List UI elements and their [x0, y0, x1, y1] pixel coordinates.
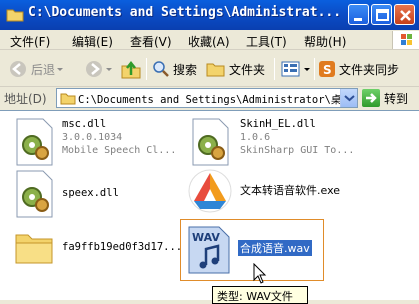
menu-edit[interactable]: 编辑(E)	[72, 33, 113, 50]
chevron-down-icon	[57, 68, 64, 71]
toolbar-separator	[146, 58, 147, 80]
maximize-button[interactable]	[371, 4, 392, 25]
file-item-wav[interactable]: WAV	[186, 225, 232, 279]
file-item-msc-dll[interactable]	[14, 117, 56, 171]
toolbar: 后退 搜索 文件夹 S 文件夹同步	[0, 51, 419, 87]
app-logo-icon	[188, 169, 232, 213]
chevron-down-icon	[106, 68, 112, 71]
menu-view[interactable]: 查看(V)	[130, 33, 172, 50]
menu-file[interactable]: 文件(F)	[10, 33, 50, 50]
dll-gear-icon	[16, 170, 53, 218]
dll-gear-icon	[16, 118, 53, 166]
search-label: 搜索	[173, 62, 198, 77]
go-arrow-icon	[366, 93, 377, 103]
windows-logo-icon	[392, 31, 419, 49]
menu-favorites[interactable]: 收藏(A)	[188, 33, 230, 50]
file-item-speex-dll[interactable]	[14, 169, 56, 223]
minimize-icon	[354, 18, 362, 21]
file-version: 3.0.0.1034	[62, 132, 123, 143]
go-button[interactable]	[362, 89, 380, 107]
folder-sync-button[interactable]: S 文件夹同步	[318, 55, 399, 83]
menu-bar: 文件(F) 编辑(E) 查看(V) 收藏(A) 工具(T) 帮助(H)	[0, 30, 419, 50]
address-label: 地址(D)	[4, 92, 47, 106]
file-description: Mobile Speech Cl...	[62, 145, 177, 156]
tooltip-text: 类型: WAV文件	[217, 290, 293, 303]
search-button[interactable]: 搜索	[152, 55, 197, 83]
folder-icon	[15, 234, 53, 264]
sync-icon: S	[319, 61, 335, 77]
folder-sync-label: 文件夹同步	[339, 62, 400, 77]
chevron-down-icon	[344, 95, 355, 102]
forward-arrow-icon	[86, 61, 102, 77]
file-item-folder[interactable]	[14, 229, 54, 269]
back-label: 后退	[31, 62, 56, 77]
minimize-button[interactable]	[348, 4, 369, 25]
folder-icon	[60, 93, 76, 105]
file-name: msc.dll	[62, 118, 107, 130]
file-description: SkinSharp GUI To...	[240, 145, 355, 156]
back-arrow-icon	[10, 61, 26, 77]
file-name: SkinH_EL.dll	[240, 118, 316, 130]
folders-button[interactable]: 文件夹	[206, 55, 265, 83]
selected-file-name: 合成语音.wav	[238, 240, 312, 256]
file-item-skinh-el-dll[interactable]	[190, 117, 232, 171]
window-title: C:\Documents and Settings\Administrat...	[28, 5, 342, 20]
toolbar-separator	[274, 58, 275, 80]
views-button[interactable]	[280, 55, 312, 83]
folders-label: 文件夹	[229, 62, 266, 77]
menu-help[interactable]: 帮助(H)	[304, 33, 346, 50]
up-folder-button[interactable]	[120, 55, 142, 83]
address-text: C:\Documents and Settings\Administrator\…	[78, 94, 340, 106]
file-name: 文本转语音软件.exe	[240, 184, 341, 197]
menu-tools[interactable]: 工具(T)	[246, 33, 287, 50]
file-version: 1.0.6	[240, 132, 271, 143]
svg-text:WAV: WAV	[192, 231, 220, 244]
svg-text:S: S	[323, 63, 332, 77]
up-folder-icon	[121, 60, 141, 79]
title-bar: C:\Documents and Settings\Administrat...	[0, 0, 419, 30]
address-bar: 地址(D) C:\Documents and Settings\Administ…	[0, 87, 419, 109]
mouse-cursor-icon	[253, 263, 267, 284]
close-button[interactable]	[394, 4, 415, 25]
file-item-tts-exe[interactable]	[186, 167, 234, 219]
back-button[interactable]: 后退	[8, 55, 65, 83]
chevron-down-icon	[304, 68, 310, 71]
file-list-pane[interactable]: msc.dll 3.0.0.1034 Mobile Speech Cl... S…	[0, 110, 419, 304]
address-input[interactable]: C:\Documents and Settings\Administrator\…	[56, 88, 358, 108]
maximize-icon	[376, 9, 389, 21]
tooltip: 类型: WAV文件	[212, 286, 308, 304]
file-name: fa9ffb19ed0f3d17...	[62, 241, 183, 253]
wav-audio-icon: WAV	[188, 226, 230, 274]
search-icon	[153, 61, 169, 77]
toolbar-separator	[314, 58, 315, 80]
dll-gear-icon	[192, 118, 229, 166]
file-name: speex.dll	[62, 187, 119, 199]
forward-button[interactable]	[84, 55, 114, 83]
address-dropdown-button[interactable]	[340, 89, 357, 107]
go-label[interactable]: 转到	[384, 90, 408, 107]
close-icon	[400, 10, 411, 21]
folders-icon	[206, 63, 225, 77]
folder-icon	[6, 9, 24, 22]
views-grid-icon	[281, 61, 300, 77]
